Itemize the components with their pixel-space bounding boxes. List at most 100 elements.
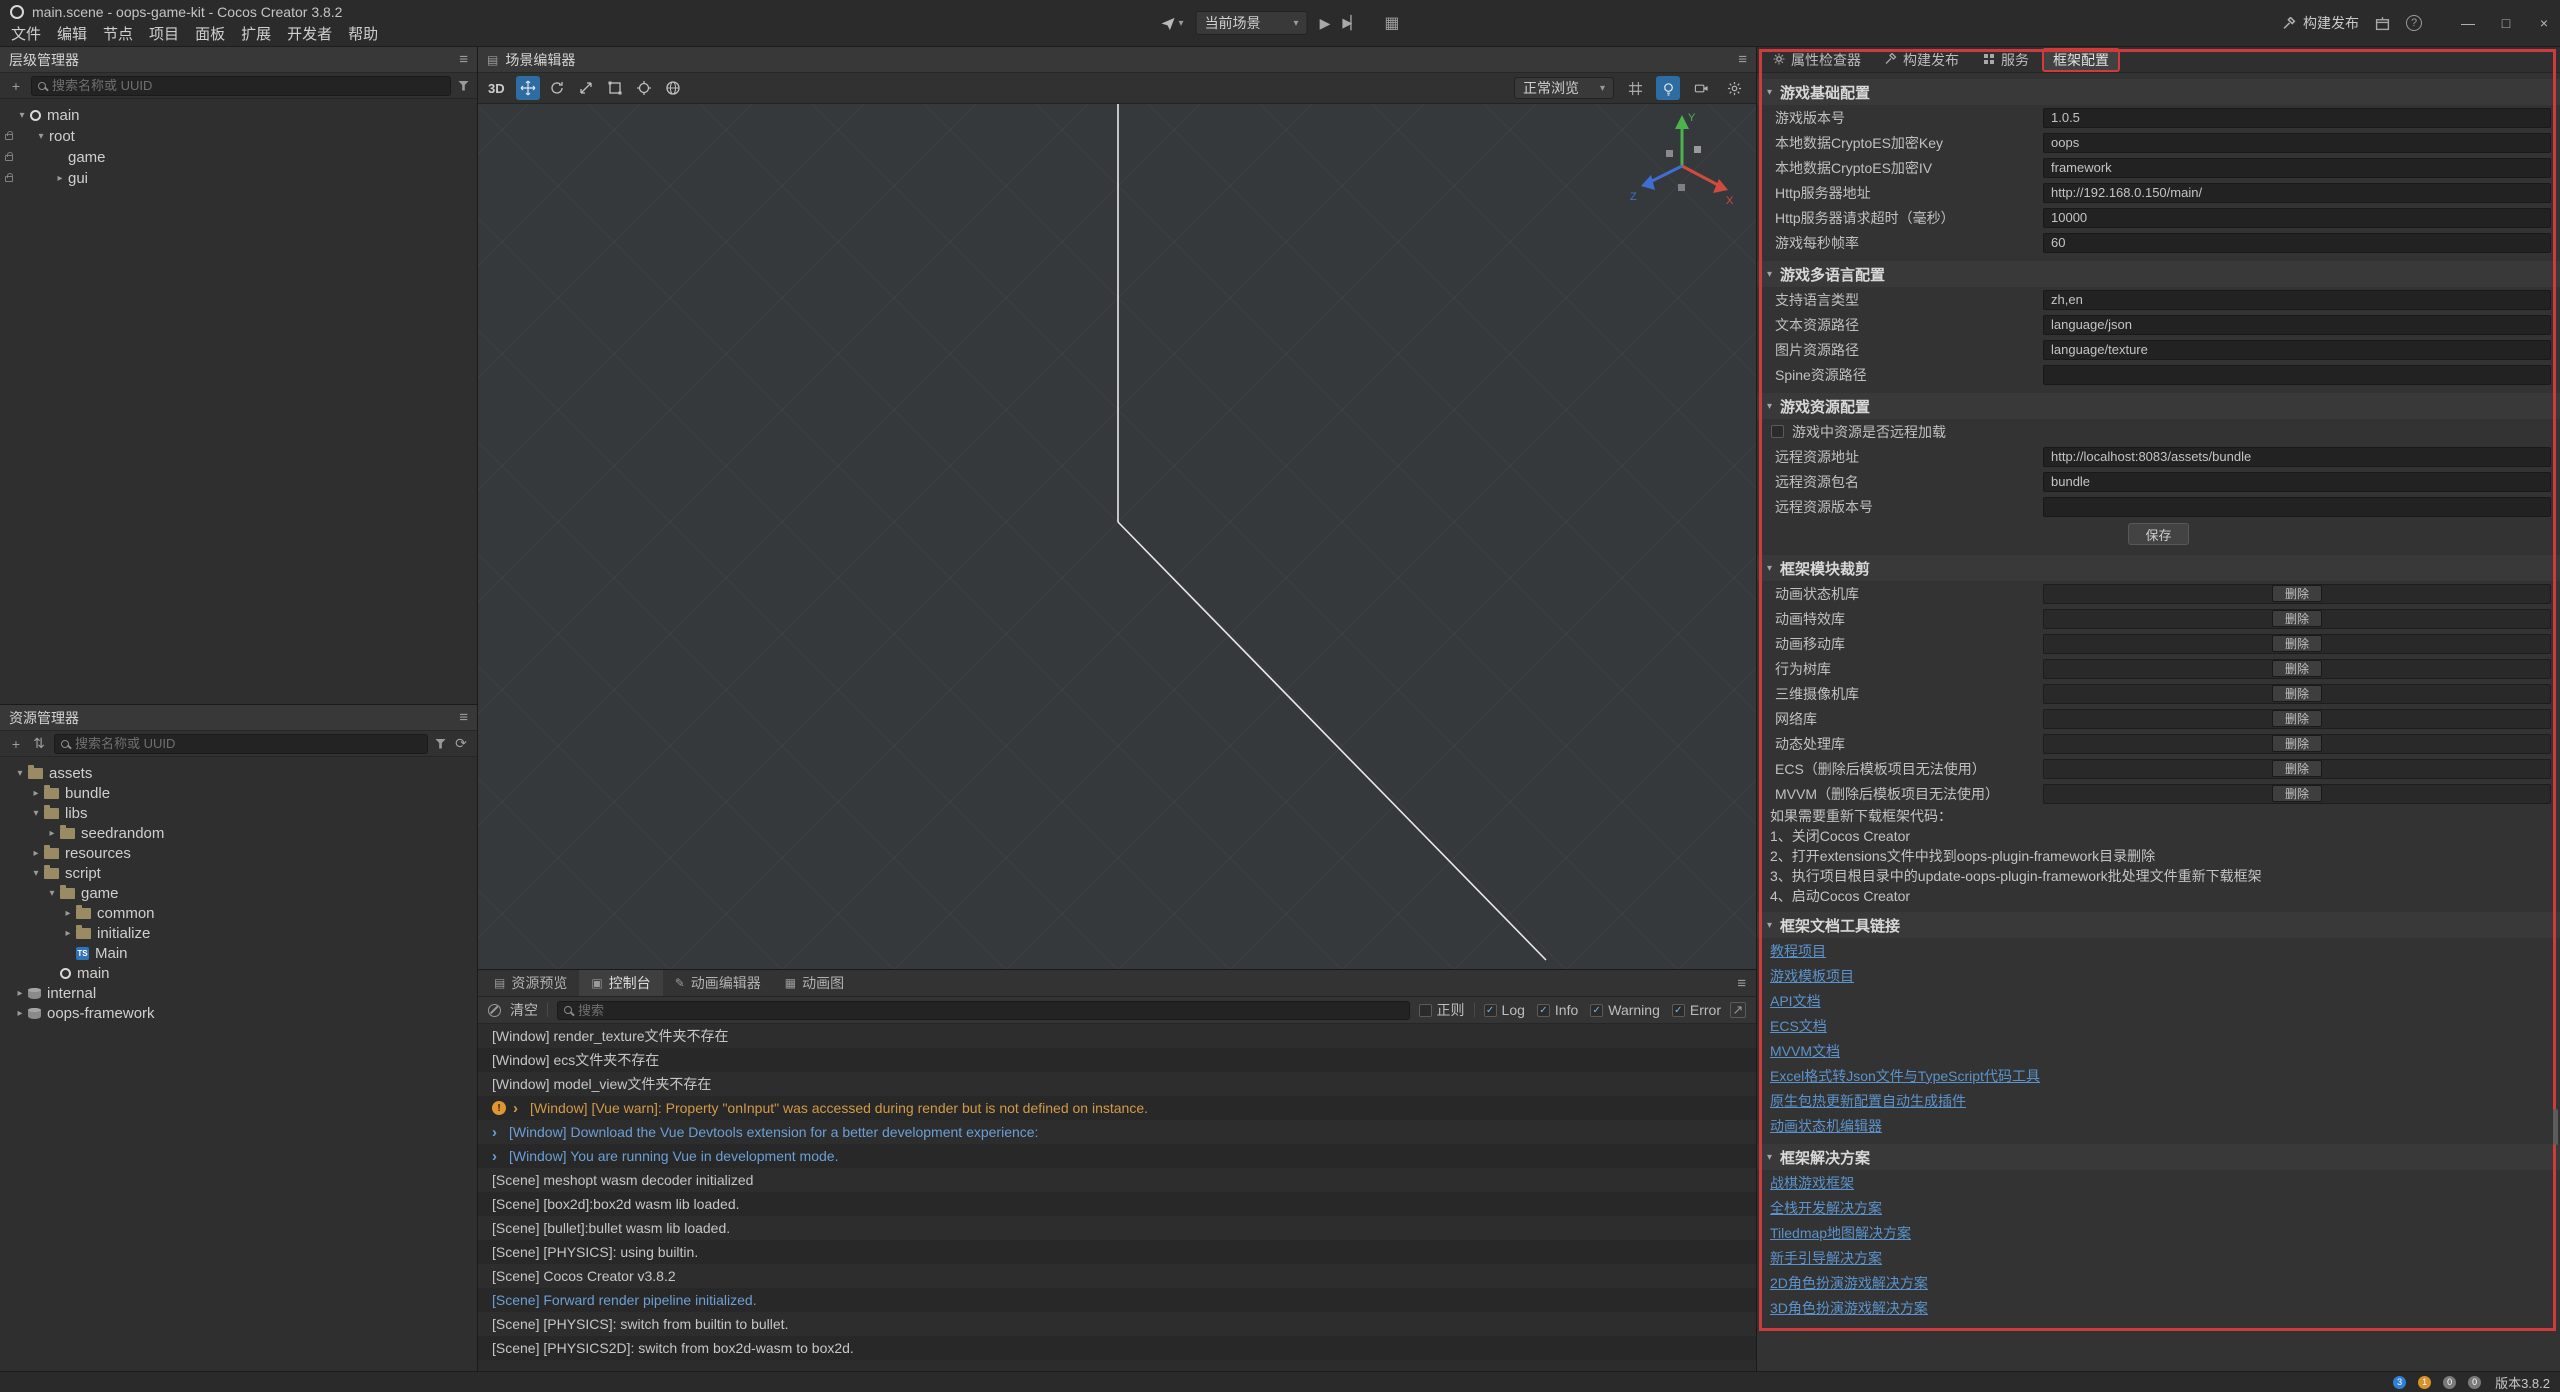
console-tab[interactable]: ▤ 资源预览	[482, 970, 579, 996]
hierarchy-panel-header[interactable]: 层级管理器 ≡	[0, 47, 477, 73]
doc-link[interactable]: ECS文档	[1770, 1016, 1827, 1036]
asset-node[interactable]: ▾ game	[0, 883, 477, 903]
expand-arrow[interactable]: ▸	[28, 788, 44, 799]
solution-link[interactable]: 2D角色扮演游戏解决方案	[1770, 1273, 1928, 1293]
expand-arrow[interactable]: ▸	[60, 908, 76, 919]
remote-load-checkbox[interactable]	[1771, 425, 1784, 438]
mode-3d-toggle[interactable]: 3D	[488, 81, 505, 96]
clear-console-label[interactable]: 清空	[510, 1000, 538, 1020]
regex-toggle[interactable]: 正则	[1419, 1000, 1465, 1020]
doc-link[interactable]: API文档	[1770, 991, 1821, 1011]
console-search-input[interactable]	[578, 1003, 1403, 1018]
console-tab[interactable]: ✎ 动画编辑器	[663, 970, 773, 996]
scrollbar-thumb[interactable]	[2553, 1109, 2558, 1145]
property-input[interactable]	[2043, 315, 2551, 335]
asset-node[interactable]: ▸ internal	[0, 983, 477, 1003]
rect-tool[interactable]	[603, 76, 627, 100]
step-button[interactable]: ▶▏	[1342, 15, 1358, 31]
view-grid-icon[interactable]	[1623, 76, 1647, 100]
create-asset-button[interactable]: +	[8, 736, 24, 752]
maximize-button[interactable]: □	[2498, 15, 2514, 31]
console-log-row[interactable]: [Scene] [bullet]:bullet wasm lib loaded.	[478, 1216, 1756, 1240]
assets-search-input[interactable]	[75, 736, 421, 751]
lock-icon[interactable]	[5, 176, 13, 182]
filter-toggle[interactable]: ✓ Log	[1484, 1002, 1525, 1018]
console-log-row[interactable]: [Scene] Forward render pipeline initiali…	[478, 1288, 1756, 1312]
asset-node[interactable]: Main	[0, 943, 477, 963]
console-log-row[interactable]: [Window] ecs文件夹不存在	[478, 1048, 1756, 1072]
lock-icon[interactable]	[5, 134, 13, 140]
scene-select-dropdown[interactable]: 当前场景 ▾	[1196, 11, 1308, 35]
checkbox-icon[interactable]: ✓	[1484, 1004, 1497, 1017]
collapse-arrow[interactable]: ▾	[1767, 269, 1772, 280]
menu-item[interactable]: 开发者	[282, 25, 337, 44]
console-log-row[interactable]: [Window] model_view文件夹不存在	[478, 1072, 1756, 1096]
menu-item[interactable]: 扩展	[236, 25, 276, 44]
lock-icon[interactable]	[5, 155, 13, 161]
scene-panel-header[interactable]: ▤ 场景编辑器 ≡	[478, 47, 1756, 73]
property-input[interactable]	[2043, 290, 2551, 310]
property-input[interactable]	[2043, 233, 2551, 253]
menu-item[interactable]: 面板	[190, 25, 230, 44]
console-log-row[interactable]: › [Window] You are running Vue in develo…	[478, 1144, 1756, 1168]
status-badge-warning[interactable]: 1	[2418, 1376, 2431, 1389]
delete-button[interactable]: 删除	[2272, 660, 2322, 677]
asset-node[interactable]: ▾ script	[0, 863, 477, 883]
filter-toggle[interactable]: ✓ Info	[1537, 1002, 1578, 1018]
menu-item[interactable]: 节点	[98, 25, 138, 44]
hierarchy-node[interactable]: game	[0, 147, 477, 168]
console-log-row[interactable]: [Scene] Cocos Creator v3.8.2	[478, 1264, 1756, 1288]
tab-panel[interactable]: 属性检查器	[1763, 49, 1871, 71]
clear-console-icon[interactable]	[488, 1004, 501, 1017]
console-tab[interactable]: ▣ 控制台	[579, 970, 662, 996]
section-header[interactable]: ▾ 框架模块裁剪	[1757, 555, 2560, 581]
open-log-icon[interactable]: ↗	[1730, 1002, 1746, 1018]
gear-icon[interactable]	[1722, 76, 1746, 100]
delete-button[interactable]: 删除	[2272, 760, 2322, 777]
solution-link[interactable]: 战棋游戏框架	[1770, 1173, 1854, 1193]
expand-arrow[interactable]: ›	[492, 1124, 502, 1141]
property-input[interactable]	[2043, 340, 2551, 360]
package-icon[interactable]	[2375, 16, 2390, 31]
build-publish-button[interactable]: 构建发布	[2283, 13, 2359, 33]
light-icon[interactable]	[1656, 76, 1680, 100]
expand-arrow[interactable]: ▾	[12, 768, 28, 779]
view-mode-dropdown[interactable]: 正常浏览 ▾	[1514, 77, 1614, 99]
hierarchy-search[interactable]	[31, 76, 451, 96]
move-tool[interactable]	[516, 76, 540, 100]
hierarchy-search-input[interactable]	[52, 78, 444, 93]
panel-menu-icon[interactable]: ≡	[1737, 970, 1752, 996]
expand-arrow[interactable]: ▾	[28, 808, 44, 819]
asset-node[interactable]: ▸ initialize	[0, 923, 477, 943]
property-input[interactable]	[2043, 183, 2551, 203]
delete-button[interactable]: 删除	[2272, 785, 2322, 802]
menu-item[interactable]: 帮助	[343, 25, 383, 44]
status-badge-info[interactable]: 3	[2393, 1376, 2406, 1389]
checkbox-icon[interactable]	[1419, 1004, 1432, 1017]
property-input[interactable]	[2043, 365, 2551, 385]
expand-arrow[interactable]: ▾	[28, 868, 44, 879]
checkbox-icon[interactable]: ✓	[1537, 1004, 1550, 1017]
console-log-row[interactable]: › [Window] Download the Vue Devtools ext…	[478, 1120, 1756, 1144]
solution-link[interactable]: 全栈开发解决方案	[1770, 1198, 1882, 1218]
property-input[interactable]	[2043, 208, 2551, 228]
collapse-arrow[interactable]: ▾	[1767, 401, 1772, 412]
asset-node[interactable]: ▾ libs	[0, 803, 477, 823]
checkbox-icon[interactable]: ✓	[1672, 1004, 1685, 1017]
asset-node[interactable]: ▸ seedrandom	[0, 823, 477, 843]
doc-link[interactable]: Excel格式转Json文件与TypeScript代码工具	[1770, 1066, 2040, 1086]
refresh-icon[interactable]: ⟳	[453, 735, 469, 752]
panel-menu-icon[interactable]: ≡	[459, 51, 468, 68]
console-log-row[interactable]: ! › [Window] [Vue warn]: Property "onInp…	[478, 1096, 1756, 1120]
section-header[interactable]: ▾ 框架解决方案	[1757, 1144, 2560, 1170]
close-button[interactable]: ×	[2536, 15, 2552, 31]
collapse-arrow[interactable]: ▾	[1767, 920, 1772, 931]
layout-grid-button[interactable]: ▦	[1384, 13, 1399, 33]
asset-node[interactable]: ▸ common	[0, 903, 477, 923]
property-input[interactable]	[2043, 158, 2551, 178]
panel-menu-icon[interactable]: ≡	[459, 709, 468, 726]
expand-arrow[interactable]: ▸	[12, 1008, 28, 1019]
menu-item[interactable]: 编辑	[52, 25, 92, 44]
play-button[interactable]: ▶	[1320, 15, 1331, 32]
console-log-row[interactable]: [Scene] meshopt wasm decoder initialized	[478, 1168, 1756, 1192]
